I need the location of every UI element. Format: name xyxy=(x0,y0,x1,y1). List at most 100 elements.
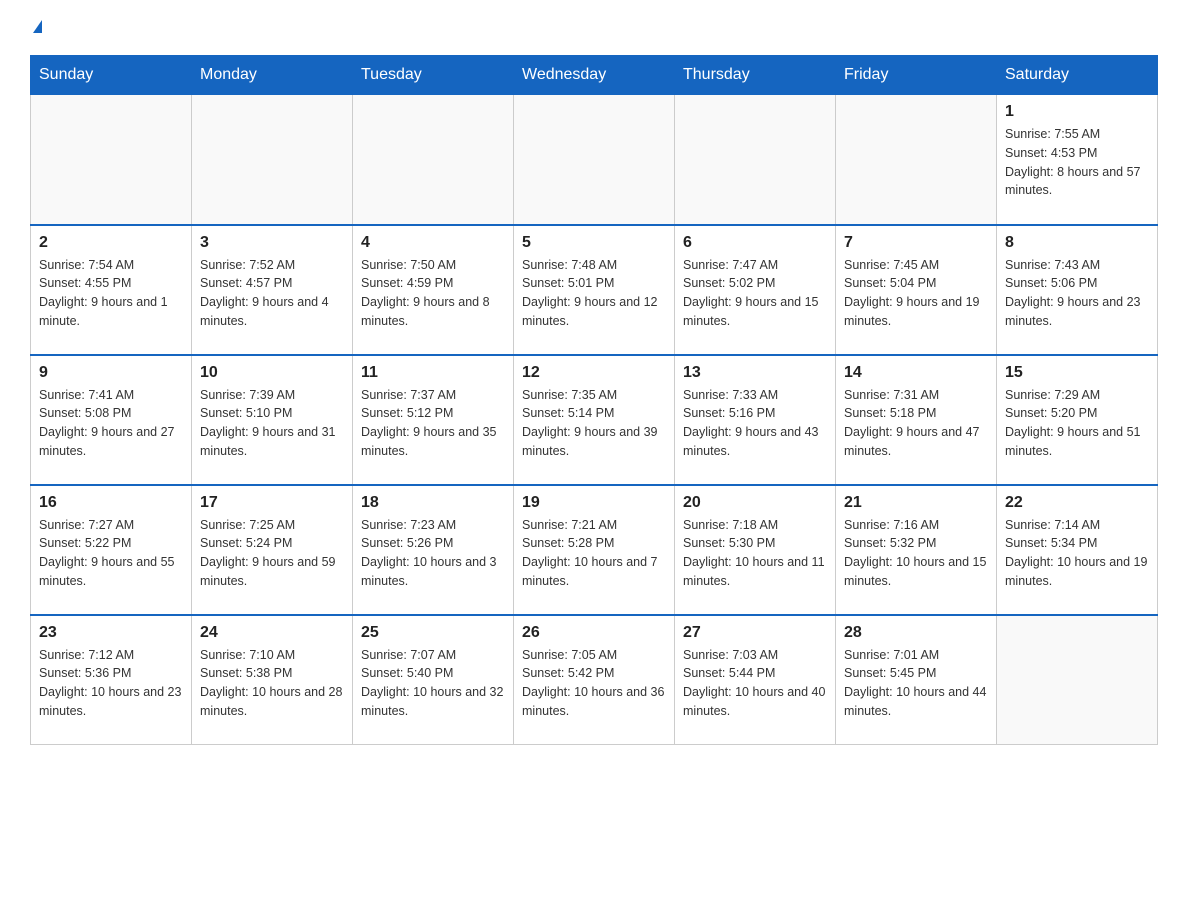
calendar-cell: 1 Sunrise: 7:55 AMSunset: 4:53 PMDaylight… xyxy=(997,95,1158,225)
day-number: 11 xyxy=(361,364,505,382)
day-number: 20 xyxy=(683,494,827,512)
calendar-weekday-friday: Friday xyxy=(836,56,997,95)
calendar-cell xyxy=(514,95,675,225)
day-number: 9 xyxy=(39,364,183,382)
day-number: 24 xyxy=(200,624,344,642)
day-info: Sunrise: 7:18 AMSunset: 5:30 PMDaylight:… xyxy=(683,516,827,591)
calendar-cell: 4 Sunrise: 7:50 AMSunset: 4:59 PMDaylight… xyxy=(353,225,514,355)
logo-triangle-icon xyxy=(33,20,42,33)
day-info: Sunrise: 7:12 AMSunset: 5:36 PMDaylight:… xyxy=(39,646,183,721)
calendar-weekday-monday: Monday xyxy=(192,56,353,95)
day-info: Sunrise: 7:05 AMSunset: 5:42 PMDaylight:… xyxy=(522,646,666,721)
calendar-cell xyxy=(353,95,514,225)
day-number: 14 xyxy=(844,364,988,382)
calendar-cell xyxy=(675,95,836,225)
calendar-cell: 18 Sunrise: 7:23 AMSunset: 5:26 PMDayligh… xyxy=(353,485,514,615)
day-info: Sunrise: 7:01 AMSunset: 5:45 PMDaylight:… xyxy=(844,646,988,721)
calendar-cell: 7 Sunrise: 7:45 AMSunset: 5:04 PMDaylight… xyxy=(836,225,997,355)
calendar-cell xyxy=(836,95,997,225)
calendar-cell: 9 Sunrise: 7:41 AMSunset: 5:08 PMDaylight… xyxy=(31,355,192,485)
day-info: Sunrise: 7:33 AMSunset: 5:16 PMDaylight:… xyxy=(683,386,827,461)
calendar-cell: 8 Sunrise: 7:43 AMSunset: 5:06 PMDaylight… xyxy=(997,225,1158,355)
day-number: 19 xyxy=(522,494,666,512)
calendar-weekday-saturday: Saturday xyxy=(997,56,1158,95)
calendar-cell: 23 Sunrise: 7:12 AMSunset: 5:36 PMDayligh… xyxy=(31,615,192,745)
day-info: Sunrise: 7:25 AMSunset: 5:24 PMDaylight:… xyxy=(200,516,344,591)
calendar-cell xyxy=(192,95,353,225)
day-number: 4 xyxy=(361,234,505,252)
calendar-cell xyxy=(997,615,1158,745)
day-info: Sunrise: 7:54 AMSunset: 4:55 PMDaylight:… xyxy=(39,256,183,331)
calendar-weekday-thursday: Thursday xyxy=(675,56,836,95)
calendar-cell: 10 Sunrise: 7:39 AMSunset: 5:10 PMDayligh… xyxy=(192,355,353,485)
calendar-header-row: SundayMondayTuesdayWednesdayThursdayFrid… xyxy=(31,56,1158,95)
day-info: Sunrise: 7:43 AMSunset: 5:06 PMDaylight:… xyxy=(1005,256,1149,331)
calendar-cell: 2 Sunrise: 7:54 AMSunset: 4:55 PMDaylight… xyxy=(31,225,192,355)
day-info: Sunrise: 7:50 AMSunset: 4:59 PMDaylight:… xyxy=(361,256,505,331)
calendar-cell: 6 Sunrise: 7:47 AMSunset: 5:02 PMDaylight… xyxy=(675,225,836,355)
calendar-cell: 12 Sunrise: 7:35 AMSunset: 5:14 PMDayligh… xyxy=(514,355,675,485)
day-number: 15 xyxy=(1005,364,1149,382)
day-number: 23 xyxy=(39,624,183,642)
calendar-cell: 28 Sunrise: 7:01 AMSunset: 5:45 PMDayligh… xyxy=(836,615,997,745)
day-info: Sunrise: 7:14 AMSunset: 5:34 PMDaylight:… xyxy=(1005,516,1149,591)
day-number: 7 xyxy=(844,234,988,252)
day-info: Sunrise: 7:23 AMSunset: 5:26 PMDaylight:… xyxy=(361,516,505,591)
calendar-cell: 19Sunrise: 7:21 AMSunset: 5:28 PMDayligh… xyxy=(514,485,675,615)
calendar-cell: 13 Sunrise: 7:33 AMSunset: 5:16 PMDayligh… xyxy=(675,355,836,485)
day-number: 10 xyxy=(200,364,344,382)
day-number: 3 xyxy=(200,234,344,252)
page-header xyxy=(30,20,1158,35)
calendar-weekday-sunday: Sunday xyxy=(31,56,192,95)
calendar-cell: 17 Sunrise: 7:25 AMSunset: 5:24 PMDayligh… xyxy=(192,485,353,615)
day-info: Sunrise: 7:48 AMSunset: 5:01 PMDaylight:… xyxy=(522,256,666,331)
day-info: Sunrise: 7:37 AMSunset: 5:12 PMDaylight:… xyxy=(361,386,505,461)
calendar-cell: 27 Sunrise: 7:03 AMSunset: 5:44 PMDayligh… xyxy=(675,615,836,745)
calendar-cell: 11 Sunrise: 7:37 AMSunset: 5:12 PMDayligh… xyxy=(353,355,514,485)
day-number: 21 xyxy=(844,494,988,512)
day-number: 27 xyxy=(683,624,827,642)
day-number: 6 xyxy=(683,234,827,252)
day-number: 26 xyxy=(522,624,666,642)
logo xyxy=(30,20,42,35)
day-number: 2 xyxy=(39,234,183,252)
day-info: Sunrise: 7:39 AMSunset: 5:10 PMDaylight:… xyxy=(200,386,344,461)
day-info: Sunrise: 7:35 AMSunset: 5:14 PMDaylight:… xyxy=(522,386,666,461)
calendar-week-row: 23 Sunrise: 7:12 AMSunset: 5:36 PMDayligh… xyxy=(31,615,1158,745)
day-info: Sunrise: 7:45 AMSunset: 5:04 PMDaylight:… xyxy=(844,256,988,331)
calendar-table: SundayMondayTuesdayWednesdayThursdayFrid… xyxy=(30,55,1158,745)
day-info: Sunrise: 7:47 AMSunset: 5:02 PMDaylight:… xyxy=(683,256,827,331)
day-number: 16 xyxy=(39,494,183,512)
day-number: 22 xyxy=(1005,494,1149,512)
calendar-weekday-tuesday: Tuesday xyxy=(353,56,514,95)
day-info: Sunrise: 7:27 AMSunset: 5:22 PMDaylight:… xyxy=(39,516,183,591)
day-number: 28 xyxy=(844,624,988,642)
day-number: 25 xyxy=(361,624,505,642)
calendar-cell: 3 Sunrise: 7:52 AMSunset: 4:57 PMDaylight… xyxy=(192,225,353,355)
day-info: Sunrise: 7:10 AMSunset: 5:38 PMDaylight:… xyxy=(200,646,344,721)
calendar-cell: 25Sunrise: 7:07 AMSunset: 5:40 PMDayligh… xyxy=(353,615,514,745)
calendar-cell xyxy=(31,95,192,225)
calendar-cell: 16 Sunrise: 7:27 AMSunset: 5:22 PMDayligh… xyxy=(31,485,192,615)
day-number: 1 xyxy=(1005,103,1149,121)
calendar-cell: 21 Sunrise: 7:16 AMSunset: 5:32 PMDayligh… xyxy=(836,485,997,615)
day-number: 13 xyxy=(683,364,827,382)
calendar-weekday-wednesday: Wednesday xyxy=(514,56,675,95)
calendar-cell: 5 Sunrise: 7:48 AMSunset: 5:01 PMDaylight… xyxy=(514,225,675,355)
calendar-cell: 26 Sunrise: 7:05 AMSunset: 5:42 PMDayligh… xyxy=(514,615,675,745)
day-info: Sunrise: 7:29 AMSunset: 5:20 PMDaylight:… xyxy=(1005,386,1149,461)
day-info: Sunrise: 7:52 AMSunset: 4:57 PMDaylight:… xyxy=(200,256,344,331)
day-info: Sunrise: 7:03 AMSunset: 5:44 PMDaylight:… xyxy=(683,646,827,721)
day-number: 17 xyxy=(200,494,344,512)
day-number: 12 xyxy=(522,364,666,382)
calendar-cell: 15 Sunrise: 7:29 AMSunset: 5:20 PMDayligh… xyxy=(997,355,1158,485)
day-info: Sunrise: 7:41 AMSunset: 5:08 PMDaylight:… xyxy=(39,386,183,461)
day-number: 8 xyxy=(1005,234,1149,252)
day-info: Sunrise: 7:16 AMSunset: 5:32 PMDaylight:… xyxy=(844,516,988,591)
calendar-cell: 14Sunrise: 7:31 AMSunset: 5:18 PMDayligh… xyxy=(836,355,997,485)
day-info: Sunrise: 7:55 AMSunset: 4:53 PMDaylight:… xyxy=(1005,125,1149,200)
calendar-cell: 20 Sunrise: 7:18 AMSunset: 5:30 PMDayligh… xyxy=(675,485,836,615)
day-number: 18 xyxy=(361,494,505,512)
calendar-cell: 24 Sunrise: 7:10 AMSunset: 5:38 PMDayligh… xyxy=(192,615,353,745)
day-number: 5 xyxy=(522,234,666,252)
